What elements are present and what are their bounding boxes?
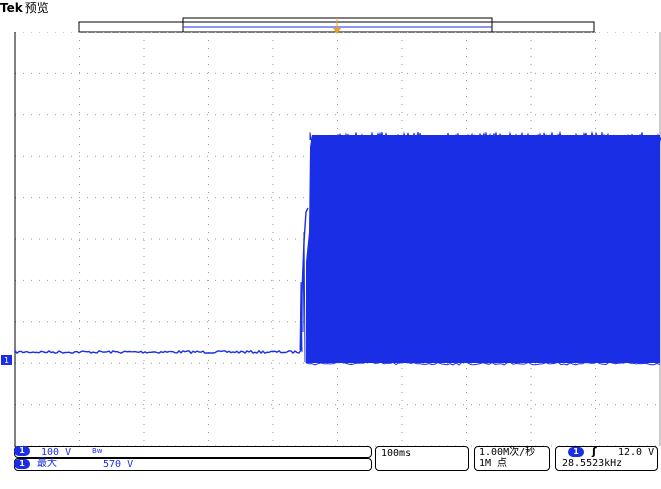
measurement-label: 最大 bbox=[37, 458, 57, 469]
timebase-value: 100ms bbox=[381, 448, 412, 459]
ch1-scale-value: 100 V bbox=[41, 447, 72, 458]
acquisition-readout[interactable]: 1.00M次/秒 1M 点 bbox=[474, 446, 550, 471]
trigger-source-badge: 1 bbox=[568, 447, 584, 457]
measurement-value: 570 V bbox=[103, 459, 134, 470]
trigger-frequency-value: 28.5523kHz bbox=[562, 458, 623, 469]
ch1-scale-readout[interactable]: 1 100 V Bw bbox=[14, 446, 372, 458]
ch1-measurement-readout[interactable]: 1 最大 570 V bbox=[14, 458, 372, 471]
trigger-readout[interactable]: 1 ʃ 12.0 V 28.5523kHz bbox=[555, 446, 658, 471]
svg-text:1: 1 bbox=[4, 356, 9, 365]
bandwidth-limit-icon: Bw bbox=[92, 447, 103, 455]
ch1-badge: 1 bbox=[14, 446, 30, 456]
ch1-ground-marker[interactable]: 1 bbox=[1, 355, 12, 365]
timebase-readout[interactable]: 100ms bbox=[375, 446, 469, 471]
record-length-value: 1M 点 bbox=[479, 458, 508, 469]
ch1-trace bbox=[14, 130, 661, 366]
ch1-badge: 1 bbox=[14, 459, 30, 469]
trigger-slope-icon: ʃ bbox=[592, 445, 597, 458]
sample-rate-value: 1.00M次/秒 bbox=[479, 447, 536, 458]
waveform-display[interactable]: 1 bbox=[0, 32, 661, 447]
trigger-level-value: 12.0 V bbox=[618, 447, 655, 458]
